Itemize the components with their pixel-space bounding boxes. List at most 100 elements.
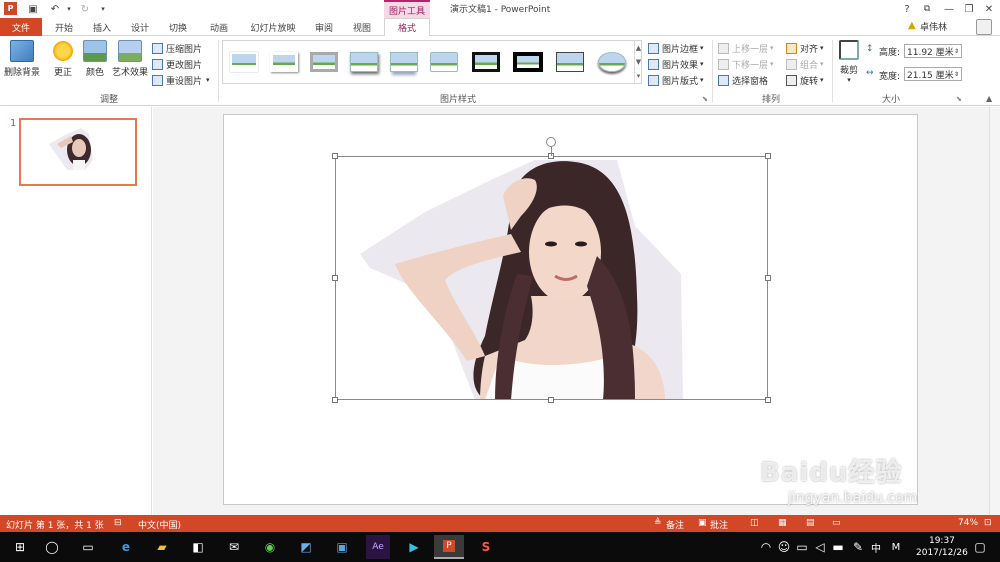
rotate-handle-icon[interactable] <box>546 137 556 147</box>
picture-style-option[interactable] <box>427 46 461 78</box>
comments-button[interactable]: 批注 <box>710 518 728 531</box>
picture-style-option[interactable] <box>595 46 629 78</box>
vertical-scrollbar[interactable] <box>989 107 1000 515</box>
picture-style-option[interactable] <box>387 46 421 78</box>
tab-design[interactable]: 设计 <box>124 18 156 36</box>
picture-layout-button[interactable]: 图片版式 ▾ <box>648 73 704 87</box>
customize-qat-icon[interactable]: ▾ <box>96 2 110 16</box>
search-icon[interactable]: ◯ <box>40 535 64 559</box>
clock[interactable]: 19:37 2017/12/26 <box>916 535 968 559</box>
notes-button[interactable]: 备注 <box>666 518 684 531</box>
artistic-effects-button[interactable]: 艺术效果 <box>110 40 150 86</box>
undo-dropdown-icon[interactable]: ▾ <box>62 2 76 16</box>
tab-transitions[interactable]: 切换 <box>162 18 194 36</box>
corrections-button[interactable]: 更正 <box>46 40 80 86</box>
help-button[interactable]: ? <box>898 1 916 17</box>
group-button[interactable]: 组合 ▾ <box>786 57 824 71</box>
fit-to-window-icon[interactable]: ⊡ <box>984 518 992 528</box>
user-name[interactable]: 卓伟林 <box>920 20 947 33</box>
file-explorer-icon[interactable]: ▰ <box>150 535 174 559</box>
notes-icon[interactable]: ≜ <box>654 518 662 528</box>
remove-background-button[interactable]: 删除背景 <box>2 40 42 86</box>
media-player-icon[interactable]: ▶ <box>402 535 426 559</box>
height-input[interactable]: 11.92 厘米 ⇕ <box>904 44 962 58</box>
spinner-icon[interactable]: ⇕ <box>954 48 961 55</box>
app-icon[interactable]: ▣ <box>330 535 354 559</box>
picture-style-option[interactable] <box>511 46 545 78</box>
change-picture-button[interactable]: 更改图片 <box>152 57 202 71</box>
ime-mode-indicator[interactable]: M <box>884 535 908 559</box>
notifications-icon[interactable]: ▢ <box>968 535 992 559</box>
rotate-button[interactable]: 旋转 ▾ <box>786 73 824 87</box>
tab-insert[interactable]: 插入 <box>86 18 118 36</box>
resize-handle[interactable] <box>765 153 771 159</box>
tab-home[interactable]: 开始 <box>48 18 80 36</box>
restore-button[interactable]: ❐ <box>960 1 978 17</box>
language-status[interactable]: 中文(中国) <box>138 518 181 531</box>
picture-style-option[interactable] <box>307 46 341 78</box>
send-backward-button[interactable]: 下移一层 ▾ <box>718 57 774 71</box>
align-button[interactable]: 对齐 ▾ <box>786 41 824 55</box>
ribbon-display-options-icon[interactable]: ⧉ <box>918 1 936 17</box>
task-view-icon[interactable]: ▭ <box>76 535 100 559</box>
powerpoint-taskbar-icon[interactable]: P <box>434 535 464 559</box>
browser-icon[interactable]: ◉ <box>258 535 282 559</box>
edge-browser-icon[interactable]: e <box>114 535 138 559</box>
compress-pictures-button[interactable]: 压缩图片 <box>152 41 202 55</box>
undo-icon[interactable]: ↶ <box>48 2 62 16</box>
tab-slideshow[interactable]: 幻灯片放映 <box>244 18 302 36</box>
picture-style-option[interactable] <box>469 46 503 78</box>
gallery-scroll-up-icon[interactable]: ▲ <box>634 41 642 55</box>
bring-forward-button[interactable]: 上移一层 ▾ <box>718 41 774 55</box>
size-dialog-launcher-icon[interactable]: ⬊ <box>956 95 962 103</box>
windows-start-icon[interactable]: ⊞ <box>8 535 32 559</box>
collapse-ribbon-icon[interactable]: ▲ <box>986 94 992 103</box>
tab-review[interactable]: 审阅 <box>308 18 340 36</box>
store-icon[interactable]: ◧ <box>186 535 210 559</box>
picture-effects-button[interactable]: 图片效果 ▾ <box>648 57 704 71</box>
close-button[interactable]: ✕ <box>980 1 998 17</box>
tab-file[interactable]: 文件 <box>0 18 42 36</box>
comments-icon[interactable]: ▣ <box>698 518 707 528</box>
normal-view-icon[interactable]: ◫ <box>750 518 759 528</box>
spelling-icon[interactable]: ⊟ <box>114 518 122 528</box>
picture-style-option[interactable] <box>227 46 261 78</box>
tab-format[interactable]: 格式 <box>384 18 430 37</box>
wps-icon[interactable]: S <box>474 535 498 559</box>
avatar[interactable] <box>976 19 992 35</box>
redo-icon[interactable]: ↻ <box>78 2 92 16</box>
zoom-level[interactable]: 74% <box>958 518 978 528</box>
slide-thumbnail[interactable] <box>19 118 137 186</box>
resize-handle[interactable] <box>332 275 338 281</box>
reset-picture-button[interactable]: 重设图片 ▾ <box>152 73 210 87</box>
resize-handle[interactable] <box>332 153 338 159</box>
tab-animations[interactable]: 动画 <box>202 18 236 36</box>
powerpoint-app-icon[interactable]: P <box>4 2 17 15</box>
resize-handle[interactable] <box>765 275 771 281</box>
gallery-more-icon[interactable]: ▾ <box>634 69 642 83</box>
picture-border-button[interactable]: 图片边框 ▾ <box>648 41 704 55</box>
resize-handle[interactable] <box>332 397 338 403</box>
reading-view-icon[interactable]: ▤ <box>806 518 815 528</box>
picture-style-option[interactable] <box>347 46 381 78</box>
spinner-icon[interactable]: ⇕ <box>954 71 961 78</box>
resize-handle[interactable] <box>548 397 554 403</box>
color-button[interactable]: 颜色 <box>80 40 110 86</box>
mail-icon[interactable]: ✉ <box>222 535 246 559</box>
slide-sorter-view-icon[interactable]: ▦ <box>778 518 787 528</box>
width-input[interactable]: 21.15 厘米 ⇕ <box>904 67 962 81</box>
picture-style-option[interactable] <box>553 46 587 78</box>
selection-pane-button[interactable]: 选择窗格 <box>718 73 768 87</box>
crop-button[interactable]: 裁剪 ▾ <box>836 40 862 86</box>
resize-handle[interactable] <box>765 397 771 403</box>
dialog-launcher-icon[interactable]: ⬊ <box>702 95 708 103</box>
gallery-scroll-down-icon[interactable]: ▼ <box>634 55 642 69</box>
group-label-size: 大小 <box>882 95 901 105</box>
slideshow-view-icon[interactable]: ▭ <box>832 518 841 528</box>
minimize-button[interactable]: — <box>940 1 958 17</box>
tab-view[interactable]: 视图 <box>346 18 378 36</box>
after-effects-icon[interactable]: Ae <box>366 535 390 559</box>
picture-style-option[interactable] <box>267 46 301 78</box>
save-icon[interactable]: ▣ <box>26 2 40 16</box>
app-icon[interactable]: ◩ <box>294 535 318 559</box>
